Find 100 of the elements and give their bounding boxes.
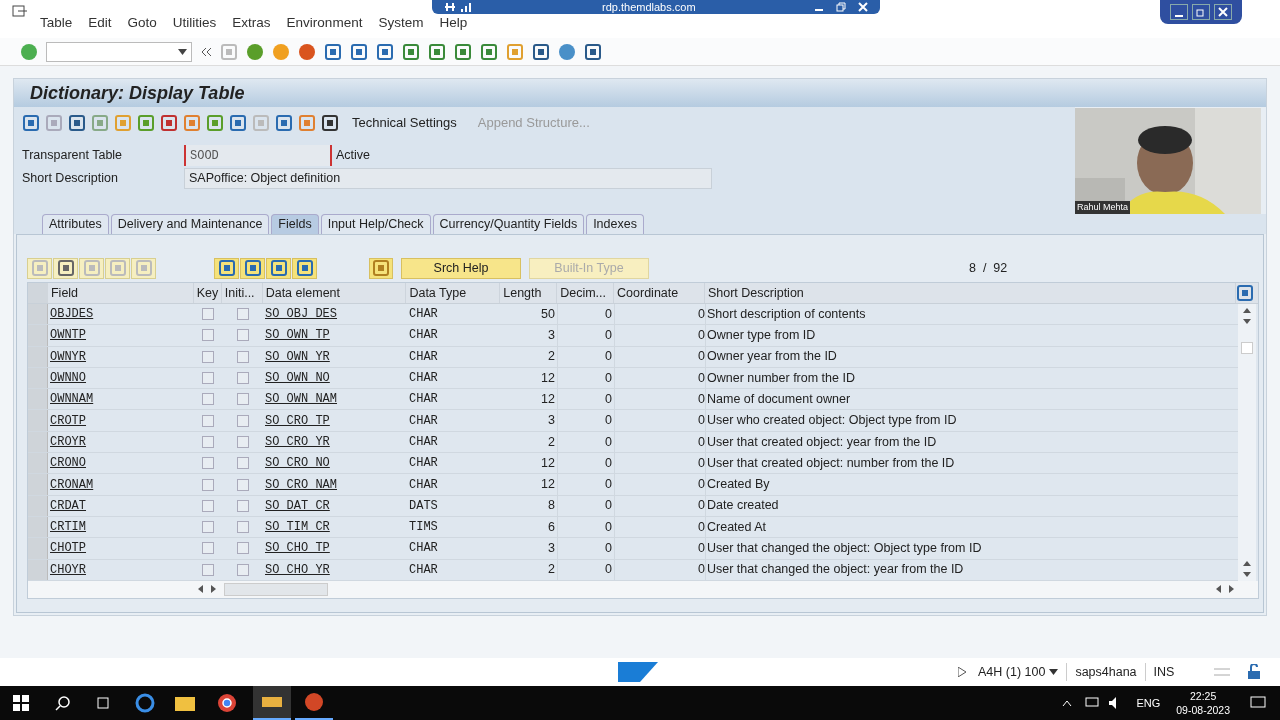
- scroll-thumb[interactable]: [1241, 342, 1253, 354]
- checkbox[interactable]: [202, 478, 214, 491]
- scroll-right-icon[interactable]: [211, 585, 216, 594]
- column-header[interactable]: Field: [47, 283, 194, 303]
- checkbox[interactable]: [236, 329, 249, 342]
- scroll-left-icon[interactable]: [1216, 585, 1221, 594]
- text-field[interactable]: SAPoffice: Object definition: [184, 168, 712, 189]
- row-selector[interactable]: [28, 516, 48, 538]
- table-cell[interactable]: CROTP: [48, 410, 194, 431]
- table-cell[interactable]: SO_CRO_YR: [265, 432, 330, 451]
- table-cell[interactable]: SO_TIM_CR: [265, 518, 330, 537]
- table-cell[interactable]: SO_OWN_TP: [265, 326, 330, 345]
- table-cell[interactable]: OWNYR: [48, 346, 194, 367]
- scroll-right-icon[interactable]: [1229, 585, 1234, 594]
- chrome-icon[interactable]: [217, 693, 237, 713]
- row-selector[interactable]: [28, 431, 48, 453]
- checkbox[interactable]: [236, 542, 249, 555]
- table-cell[interactable]: SO_CHO_TP: [265, 539, 330, 558]
- table-cell[interactable]: SO_CRO_NAM: [265, 475, 337, 494]
- table-cell[interactable]: SO_OWN_NO: [265, 369, 330, 388]
- table-cell[interactable]: CRTIM: [48, 516, 194, 538]
- double-chevron-icon[interactable]: [200, 45, 212, 58]
- row-selector[interactable]: [28, 325, 48, 346]
- windows-icon[interactable]: [13, 695, 29, 711]
- table-cell[interactable]: CRONAM: [48, 474, 194, 495]
- checkbox[interactable]: [236, 521, 249, 534]
- checkbox[interactable]: [236, 435, 249, 448]
- table-cell[interactable]: OBJDES: [48, 304, 194, 325]
- row-selector[interactable]: [28, 410, 48, 431]
- table-cell[interactable]: SO_OBJ_DES: [265, 305, 337, 324]
- menu-item[interactable]: Environment: [286, 15, 363, 29]
- checkbox[interactable]: [202, 414, 214, 427]
- column-header[interactable]: Coordinate: [614, 283, 705, 303]
- checkbox[interactable]: [202, 435, 214, 448]
- scroll-up-icon[interactable]: [1243, 560, 1251, 566]
- checkbox[interactable]: [236, 478, 249, 491]
- scroll-up-icon[interactable]: [1243, 308, 1251, 313]
- checkbox[interactable]: [236, 457, 249, 470]
- scroll-thumb[interactable]: [224, 582, 328, 596]
- table-cell[interactable]: SO_OWN_NAM: [265, 390, 337, 409]
- menu-item[interactable]: Help: [439, 15, 468, 29]
- table-cell[interactable]: CROYR: [48, 431, 194, 453]
- scroll-left-icon[interactable]: [198, 585, 203, 594]
- checkbox[interactable]: [202, 563, 214, 576]
- column-header[interactable]: Key: [193, 283, 222, 303]
- tab[interactable]: Input Help/Check: [320, 214, 431, 234]
- menu-icon[interactable]: [12, 5, 28, 19]
- checkbox[interactable]: [202, 521, 214, 534]
- checkbox[interactable]: [202, 457, 214, 470]
- play-icon[interactable]: [958, 667, 966, 677]
- column-header[interactable]: Data Type: [406, 283, 501, 303]
- checkbox[interactable]: [202, 308, 214, 321]
- chevron-up-icon[interactable]: [1062, 699, 1073, 707]
- row-selector[interactable]: [28, 474, 48, 495]
- column-header[interactable]: Length: [500, 283, 558, 303]
- network-icon[interactable]: [1084, 696, 1101, 710]
- minimize-icon[interactable]: [1170, 4, 1188, 20]
- menu-item[interactable]: Table: [40, 15, 73, 29]
- table-cell[interactable]: CHOYR: [48, 559, 194, 580]
- checkbox[interactable]: [236, 350, 249, 363]
- table-cell[interactable]: CRONO: [48, 453, 194, 474]
- row-selector[interactable]: [28, 538, 48, 559]
- language-indicator[interactable]: ENG: [1136, 694, 1161, 712]
- checkbox[interactable]: [236, 563, 249, 576]
- close-icon[interactable]: [1214, 4, 1232, 20]
- text-field[interactable]: SOOD: [184, 145, 332, 166]
- checkbox[interactable]: [236, 393, 249, 406]
- checkbox[interactable]: [236, 414, 249, 427]
- clock-date[interactable]: 09-08-2023: [1176, 703, 1230, 717]
- table-cell[interactable]: OWNTP: [48, 325, 194, 346]
- table-cell[interactable]: SO_OWN_YR: [265, 347, 330, 366]
- scroll-down-icon[interactable]: [1243, 319, 1251, 324]
- checkbox[interactable]: [202, 329, 214, 342]
- table-cell[interactable]: SO_CRO_TP: [265, 411, 330, 430]
- checkbox[interactable]: [202, 350, 214, 363]
- row-selector[interactable]: [28, 389, 48, 410]
- row-selector[interactable]: [28, 453, 48, 474]
- column-header[interactable]: Initi...: [221, 283, 263, 303]
- pin-icon[interactable]: [444, 1, 456, 13]
- command-field[interactable]: [46, 41, 192, 62]
- task-view-icon[interactable]: [95, 695, 111, 711]
- settings-icon[interactable]: [1214, 665, 1231, 679]
- restore-icon[interactable]: [836, 2, 846, 12]
- checkbox[interactable]: [236, 499, 249, 512]
- checkbox[interactable]: [202, 372, 214, 385]
- table-cell[interactable]: SO_DAT_CR: [265, 496, 330, 515]
- row-selector[interactable]: [28, 304, 48, 325]
- table-cell[interactable]: CHOTP: [48, 538, 194, 559]
- tab[interactable]: Indexes: [586, 214, 644, 234]
- checkbox[interactable]: [202, 499, 214, 512]
- row-selector[interactable]: [28, 495, 48, 516]
- search-icon[interactable]: [55, 695, 71, 711]
- column-header[interactable]: Decim...: [557, 283, 615, 303]
- table-cell[interactable]: SO_CRO_NO: [265, 454, 330, 473]
- table-toolbar-button[interactable]: Srch Help: [401, 257, 521, 279]
- tab[interactable]: Attributes: [42, 214, 109, 234]
- lock-icon[interactable]: [1246, 664, 1263, 680]
- checkbox[interactable]: [202, 393, 214, 406]
- menu-item[interactable]: Utilities: [172, 15, 217, 29]
- checkbox[interactable]: [236, 308, 249, 321]
